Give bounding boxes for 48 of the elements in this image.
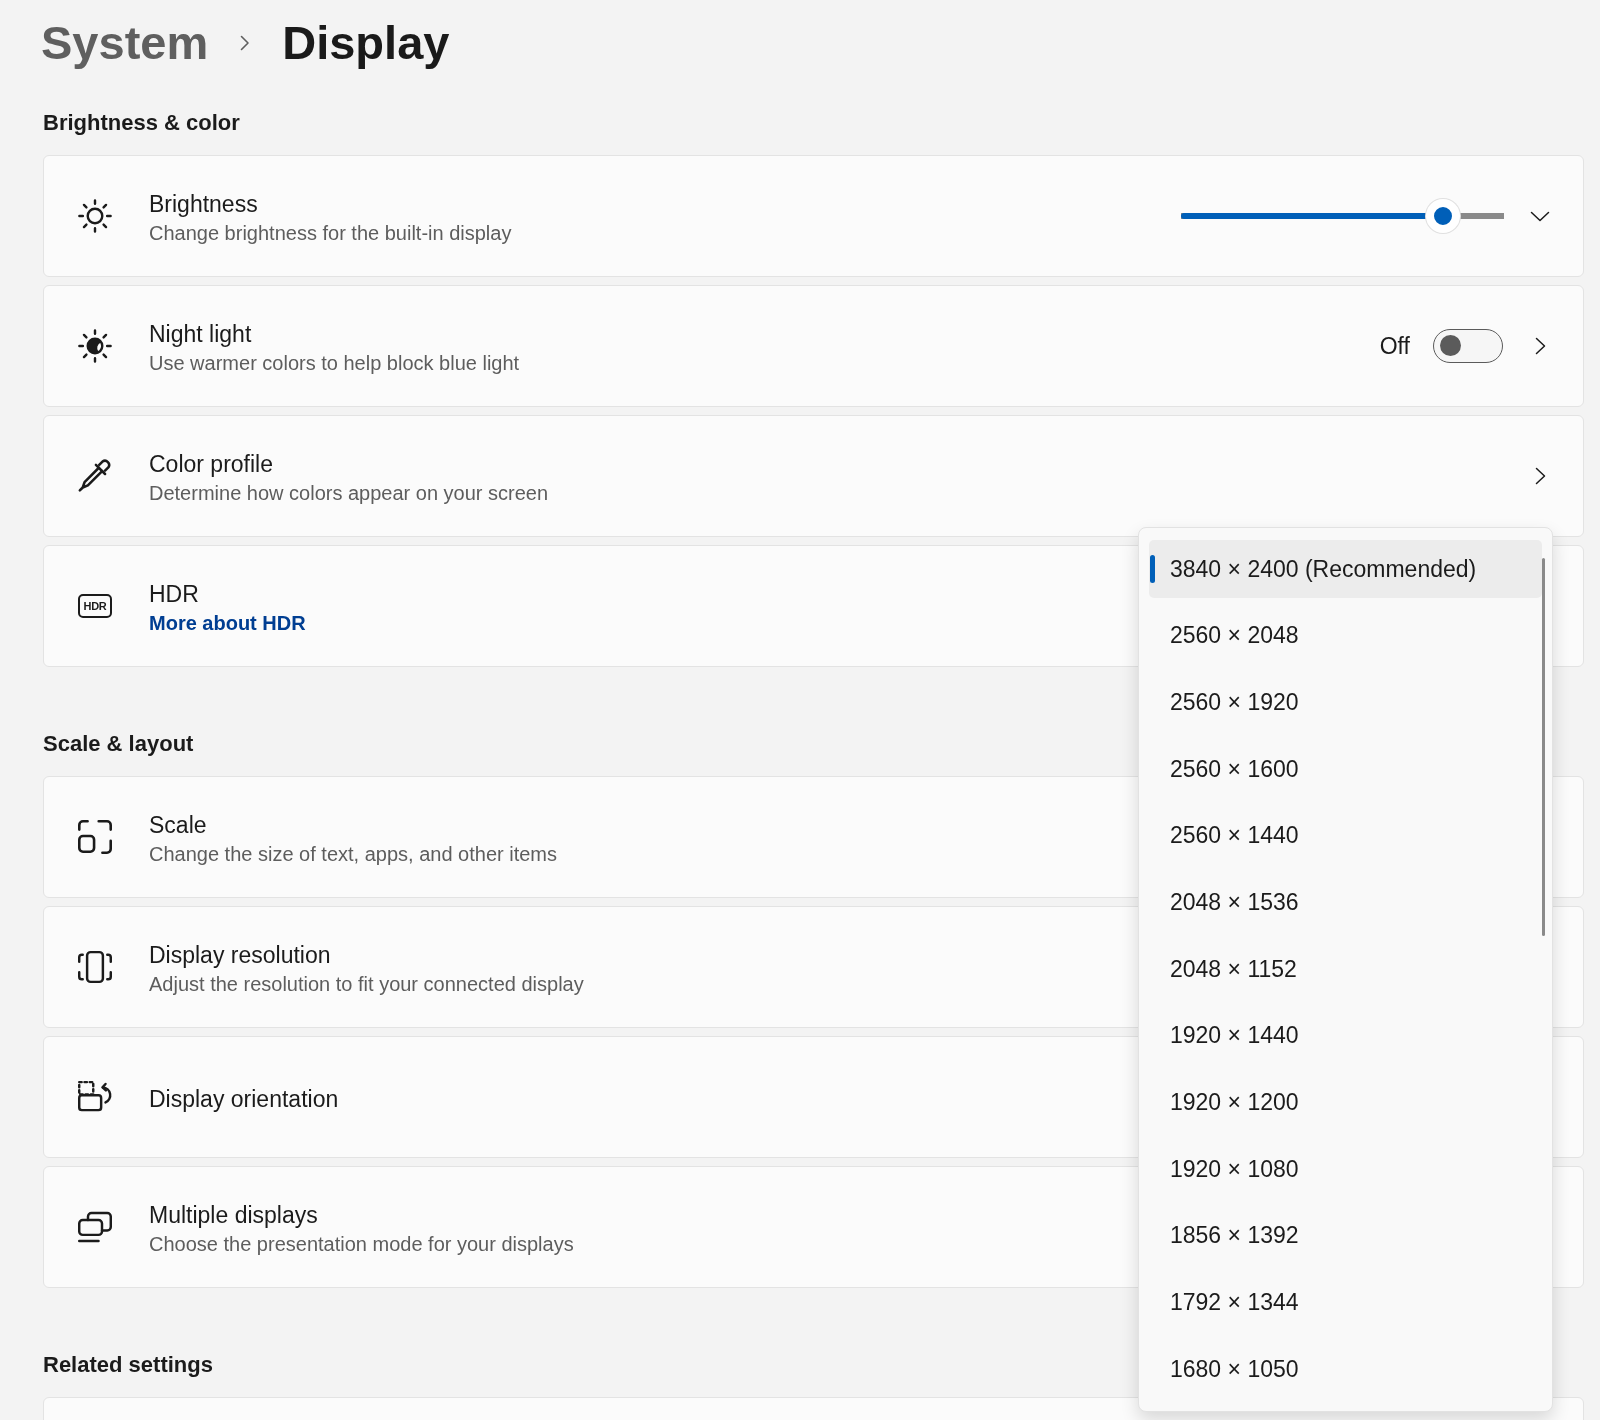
page-title: Display xyxy=(282,15,450,71)
resolution-option[interactable]: 2560 × 1440 xyxy=(1149,806,1542,865)
learn-more-link[interactable]: More about HDR xyxy=(149,608,306,637)
resolution-option[interactable]: 2560 × 2048 xyxy=(1149,606,1542,665)
sun-icon xyxy=(78,199,112,233)
resolution-option[interactable]: 1920 × 1200 xyxy=(1149,1073,1542,1132)
resolution-option[interactable]: 1680 × 1050 xyxy=(1149,1340,1542,1399)
setting-card[interactable]: Night light Use warmer colors to help block blue light Off xyxy=(43,285,1584,407)
setting-title: HDR xyxy=(149,579,199,609)
multiple-monitors-icon xyxy=(78,1210,112,1244)
slider-thumb[interactable] xyxy=(1425,199,1460,233)
setting-card[interactable]: Brightness Change brightness for the built-in display xyxy=(43,155,1584,277)
section-heading: Brightness & color xyxy=(43,109,240,137)
setting-description: Determine how colors appear on your screen xyxy=(149,480,549,506)
setting-title: Brightness xyxy=(149,189,258,219)
resolution-option[interactable]: 2560 × 1920 xyxy=(1149,673,1542,732)
setting-title: Night light xyxy=(149,319,252,349)
chevron-right-icon[interactable] xyxy=(1535,467,1546,485)
toggle-state-label: Off xyxy=(1379,332,1410,361)
selection-marker-icon xyxy=(1150,555,1155,583)
breadcrumb-parent[interactable]: System xyxy=(41,14,209,72)
section-heading: Scale & layout xyxy=(43,730,194,758)
setting-title: Scale xyxy=(149,810,207,840)
setting-description: Choose the presentation mode for your displays xyxy=(149,1231,574,1257)
setting-description: Adjust the resolution to fit your connected display xyxy=(149,971,584,997)
half-sun-icon xyxy=(78,329,112,363)
hdr-label: HDR xyxy=(78,594,112,618)
rotate-screen-icon xyxy=(78,1080,112,1114)
toggle-switch[interactable] xyxy=(1433,329,1503,363)
setting-description: Change the size of text, apps, and other items xyxy=(149,841,558,867)
scale-icon xyxy=(78,820,112,854)
chevron-right-icon[interactable] xyxy=(1535,337,1546,355)
eyedropper-icon xyxy=(78,459,112,493)
setting-description: Change brightness for the built-in display xyxy=(149,220,512,246)
setting-description: Use warmer colors to help block blue light xyxy=(149,350,520,376)
resolution-option[interactable]: 1856 × 1392 xyxy=(1149,1206,1542,1265)
setting-title: Multiple displays xyxy=(149,1200,318,1230)
setting-title: Display resolution xyxy=(149,940,331,970)
setting-title: Color profile xyxy=(149,449,273,479)
resolution-option[interactable]: 3840 × 2400 (Recommended) xyxy=(1149,540,1542,598)
setting-title: Display orientation xyxy=(149,1084,339,1114)
section-heading: Related settings xyxy=(43,1351,213,1379)
resolution-icon xyxy=(78,950,112,984)
setting-card[interactable]: Color profile Determine how colors appear on your screen xyxy=(43,415,1584,537)
scrollbar-thumb[interactable] xyxy=(1542,558,1545,936)
chevron-down-icon[interactable] xyxy=(1530,210,1550,222)
chevron-right-icon xyxy=(240,35,251,51)
resolution-option[interactable]: 2048 × 1152 xyxy=(1149,940,1542,999)
